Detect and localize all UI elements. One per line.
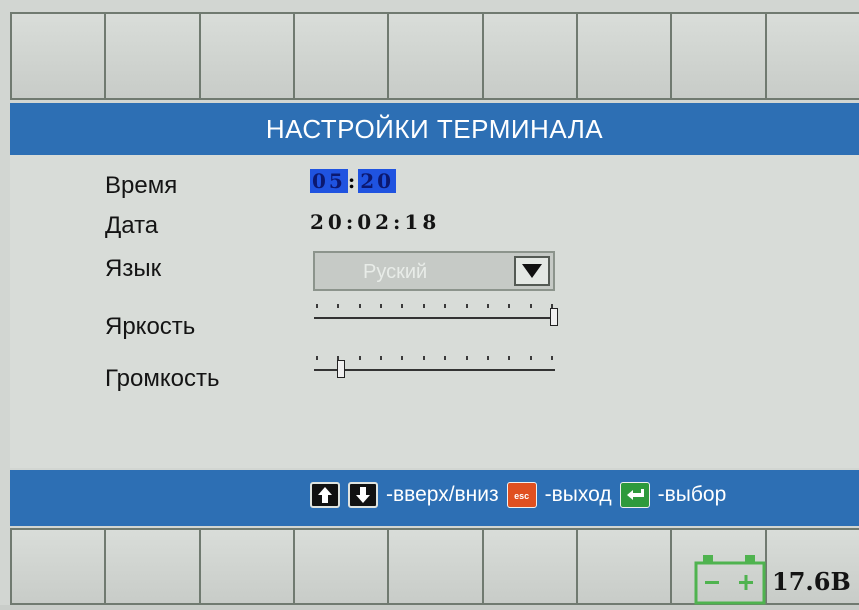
dropdown-arrow-icon[interactable]: [514, 256, 550, 286]
volume-thumb[interactable]: [336, 360, 345, 378]
arrow-up-icon: [310, 482, 340, 508]
page-title: НАСТРОЙКИ ТЕРМИНАЛА: [10, 103, 859, 155]
softkey-bottom-6[interactable]: [481, 528, 576, 605]
softkey-top-3[interactable]: [198, 12, 293, 100]
updown-hint: -вверх/вниз: [386, 483, 499, 506]
softkey-bottom-4[interactable]: [292, 528, 388, 605]
volume-ticks: [316, 356, 553, 360]
volume-track: [314, 369, 555, 371]
brightness-label: Яркость: [105, 313, 196, 340]
battery-icon: [693, 553, 769, 605]
time-separator: :: [347, 169, 359, 193]
brightness-track: [314, 317, 555, 319]
volume-label: Громкость: [105, 365, 220, 392]
battery-voltage: 17.6В: [772, 567, 851, 596]
brightness-thumb[interactable]: [550, 308, 558, 326]
enter-key-icon: [619, 482, 650, 508]
date-field[interactable]: 20:02:18: [310, 210, 440, 234]
brightness-ticks: [316, 304, 553, 308]
softkey-bottom-3[interactable]: [198, 528, 293, 605]
language-label: Язык: [105, 255, 162, 282]
softkey-bottom-1[interactable]: [10, 528, 105, 605]
date-label: Дата: [105, 212, 159, 239]
softkey-top-4[interactable]: [292, 12, 388, 100]
softkey-top-2[interactable]: [104, 12, 199, 100]
softkey-bottom-5[interactable]: [387, 528, 482, 605]
time-minutes[interactable]: 20: [358, 169, 397, 193]
brightness-slider[interactable]: [312, 300, 558, 330]
arrow-down-icon: [348, 482, 378, 508]
softkey-top-7[interactable]: [575, 12, 671, 100]
select-hint: -выбор: [657, 483, 727, 506]
language-select[interactable]: Руский: [313, 251, 555, 291]
softkey-bottom-7[interactable]: [575, 528, 671, 605]
time-hours[interactable]: 05: [310, 169, 348, 193]
softkey-top-1[interactable]: [10, 12, 105, 100]
terminal-screen: НАСТРОЙКИ ТЕРМИНАЛА Время 05:20 Дата 20:…: [0, 0, 859, 605]
esc-key-icon: esc: [506, 482, 537, 508]
softkey-top-5[interactable]: [387, 12, 482, 100]
softkey-bottom-2[interactable]: [104, 528, 199, 605]
time-field[interactable]: 05:20: [310, 169, 397, 193]
hint-bar: -вверх/вниз esc -выход -выбор: [10, 470, 859, 526]
key-hints: -вверх/вниз esc -выход -выбор: [310, 482, 726, 508]
softkey-top-9[interactable]: [764, 12, 859, 100]
language-selected-value: Руский: [363, 261, 428, 283]
time-label: Время: [105, 172, 178, 199]
top-softkey-row: [10, 12, 859, 100]
volume-slider[interactable]: [312, 352, 557, 382]
exit-hint: -выход: [544, 483, 612, 506]
softkey-top-8[interactable]: [670, 12, 765, 100]
softkey-top-6[interactable]: [481, 12, 576, 100]
